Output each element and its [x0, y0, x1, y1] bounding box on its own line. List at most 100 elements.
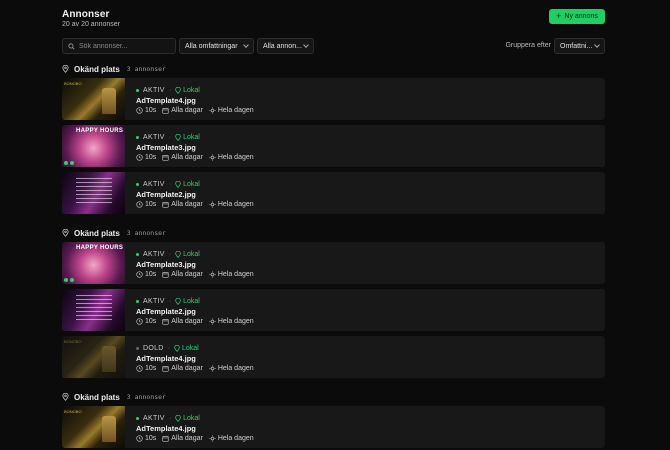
thumbnail-dots [64, 278, 74, 282]
group-header: Okänd plats 3 annonser [62, 391, 166, 403]
status-row: AKTIV · Lokal [136, 134, 200, 141]
scope-badge: Lokal [175, 298, 200, 305]
status-dot [136, 417, 139, 420]
new-ad-button-label: Ny annons [564, 13, 598, 20]
days-value: Alla dagar [171, 201, 203, 208]
ad-count: 20 av 20 annonser [62, 21, 120, 28]
chevron-down-icon [303, 42, 309, 48]
location-pin-icon [175, 251, 181, 258]
time: Hela dagen [209, 271, 254, 278]
clock-icon [136, 365, 143, 372]
calendar-icon [162, 436, 169, 442]
location-pin-icon [175, 181, 181, 188]
duration: 10s [136, 318, 156, 325]
scope-label: Lokal [183, 134, 200, 141]
group-title: Okänd plats [74, 392, 120, 402]
ad-filename: AdTemplate4.jpg [136, 354, 196, 363]
thumbnail-brand: BONOBO [64, 339, 82, 344]
sun-icon [209, 201, 216, 208]
time-value: Hela dagen [217, 271, 254, 278]
calendar-icon [162, 108, 169, 114]
new-ad-button[interactable]: + Ny annons [549, 9, 605, 24]
ad-thumbnail: BONOBO [62, 406, 125, 448]
group-by-select[interactable]: Omfattni... [554, 38, 605, 54]
scope-label: Lokal [183, 251, 200, 258]
meta-row: 10s Alla dagar Hela dagen [136, 435, 254, 442]
days: Alla dagar [162, 107, 203, 114]
status-dot [136, 89, 139, 92]
ad-card[interactable]: HAPPY HOURS AKTIV · Lokal AdTemplate3.jp… [62, 125, 605, 167]
scope-badge: Lokal [175, 181, 200, 188]
ad-filename: AdTemplate4.jpg [136, 424, 196, 433]
duration: 10s [136, 435, 156, 442]
duration: 10s [136, 107, 156, 114]
time-value: Hela dagen [217, 154, 254, 161]
duration-value: 10s [145, 365, 157, 372]
separator-dot: · [168, 251, 172, 258]
ad-filename: AdTemplate3.jpg [136, 143, 196, 152]
calendar-icon [162, 319, 169, 325]
page-title: Annonser [62, 9, 110, 20]
group-count: 3 annonser [126, 65, 166, 73]
group-title: Okänd plats [74, 228, 120, 238]
status-badge: AKTIV [143, 87, 165, 94]
duration-value: 10s [145, 201, 157, 208]
group-by-select-value: Omfattni... [560, 42, 593, 50]
scope-label: Lokal [183, 298, 200, 305]
clock-icon [136, 318, 143, 325]
ad-card[interactable]: AKTIV · Lokal AdTemplate2.jpg 10s Alla d… [62, 289, 605, 331]
group-title: Okänd plats [74, 64, 120, 74]
scope-label: Lokal [183, 181, 200, 188]
separator-dot: · [168, 181, 172, 188]
sun-icon [209, 365, 216, 372]
ads-select[interactable]: Alla annon... [257, 38, 314, 54]
sun-icon [209, 435, 216, 442]
page-header: Annonser 20 av 20 annonser + Ny annons [62, 9, 605, 31]
meta-row: 10s Alla dagar Hela dagen [136, 201, 254, 208]
status-dot [136, 300, 139, 303]
ad-card[interactable]: BONOBO DOLD · Lokal AdTemplate4.jpg 10s … [62, 336, 605, 378]
scope-label: Lokal [183, 87, 200, 94]
group-header: Okänd plats 3 annonser [62, 227, 166, 239]
location-pin-icon [175, 134, 181, 141]
thumbnail-title: HAPPY HOURS [76, 245, 124, 251]
days: Alla dagar [162, 365, 203, 372]
group-by-label: Gruppera efter [505, 42, 551, 49]
chevron-down-icon [243, 42, 249, 48]
location-pin-icon [175, 298, 181, 305]
scope-badge: Lokal [174, 345, 199, 352]
duration-value: 10s [145, 435, 157, 442]
clock-icon [136, 154, 143, 161]
status-badge: AKTIV [143, 251, 165, 258]
time: Hela dagen [209, 435, 254, 442]
calendar-icon [162, 155, 169, 161]
filter-bar: Alla omfattningar Alla annon... Gruppera… [62, 38, 605, 54]
status-row: AKTIV · Lokal [136, 415, 200, 422]
time: Hela dagen [209, 201, 254, 208]
ad-card[interactable]: BONOBO AKTIV · Lokal AdTemplate4.jpg 10s… [62, 78, 605, 120]
time-value: Hela dagen [217, 107, 254, 114]
status-dot [136, 347, 139, 350]
ad-thumbnail: BONOBO [62, 78, 125, 120]
search-box[interactable] [62, 38, 176, 54]
search-input[interactable] [79, 42, 169, 50]
duration: 10s [136, 201, 156, 208]
status-badge: AKTIV [143, 134, 165, 141]
scope-badge: Lokal [175, 415, 200, 422]
separator-dot: · [167, 345, 170, 352]
group-header: Okänd plats 3 annonser [62, 63, 166, 75]
ad-card[interactable]: HAPPY HOURS AKTIV · Lokal AdTemplate3.jp… [62, 242, 605, 284]
time-value: Hela dagen [217, 201, 254, 208]
thumbnail-brand: BONOBO [64, 81, 82, 86]
ad-card[interactable]: AKTIV · Lokal AdTemplate2.jpg 10s Alla d… [62, 172, 605, 214]
scope-badge: Lokal [175, 134, 200, 141]
days-value: Alla dagar [171, 154, 203, 161]
chevron-down-icon [594, 42, 600, 48]
days-value: Alla dagar [171, 271, 203, 278]
coverage-select[interactable]: Alla omfattningar [179, 38, 254, 54]
time-value: Hela dagen [217, 318, 254, 325]
ad-card[interactable]: BONOBO AKTIV · Lokal AdTemplate4.jpg 10s… [62, 406, 605, 448]
group-count: 3 annonser [126, 229, 166, 237]
ad-filename: AdTemplate3.jpg [136, 260, 196, 269]
scope-label: Lokal [182, 345, 199, 352]
